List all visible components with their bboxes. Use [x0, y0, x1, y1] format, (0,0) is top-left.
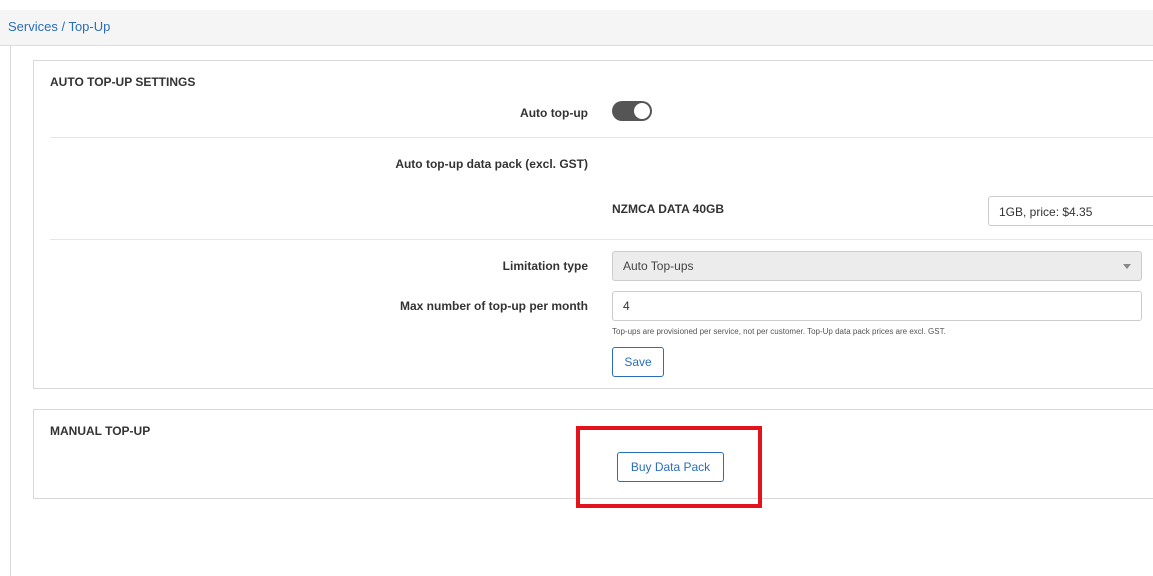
- auto-topup-title: AUTO TOP-UP SETTINGS: [50, 75, 196, 89]
- limitation-type-value: Auto Top-ups: [623, 259, 694, 273]
- save-button[interactable]: Save: [612, 347, 664, 377]
- buy-data-pack-button[interactable]: Buy Data Pack: [617, 452, 724, 482]
- auto-topup-label: Auto top-up: [520, 106, 588, 120]
- main-content: AUTO TOP-UP SETTINGS Auto top-up Auto to…: [10, 46, 1153, 576]
- divider: [50, 239, 1153, 240]
- divider: [50, 137, 1153, 138]
- limitation-type-select[interactable]: Auto Top-ups: [612, 251, 1142, 281]
- max-topup-input[interactable]: [612, 291, 1142, 321]
- auto-topup-toggle[interactable]: [612, 101, 652, 121]
- topup-help-text: Top-ups are provisioned per service, not…: [612, 327, 946, 336]
- page: Services / Top-Up AUTO TOP-UP SETTINGS A…: [0, 0, 1153, 576]
- data-pack-option-select[interactable]: 1GB, price: $4.35: [988, 196, 1153, 226]
- auto-topup-panel: AUTO TOP-UP SETTINGS Auto top-up Auto to…: [33, 60, 1153, 389]
- manual-topup-panel: MANUAL TOP-UP Buy Data Pack: [33, 409, 1153, 499]
- max-topup-label: Max number of top-up per month: [400, 299, 588, 313]
- data-pack-name: NZMCA DATA 40GB: [612, 202, 724, 216]
- manual-topup-title: MANUAL TOP-UP: [50, 424, 151, 438]
- breadcrumb[interactable]: Services / Top-Up: [8, 19, 110, 34]
- toggle-knob: [634, 103, 650, 119]
- breadcrumb-bar: Services / Top-Up: [0, 10, 1153, 46]
- chevron-down-icon: [1123, 264, 1131, 269]
- limitation-type-label: Limitation type: [502, 259, 588, 273]
- data-pack-label: Auto top-up data pack (excl. GST): [395, 157, 588, 171]
